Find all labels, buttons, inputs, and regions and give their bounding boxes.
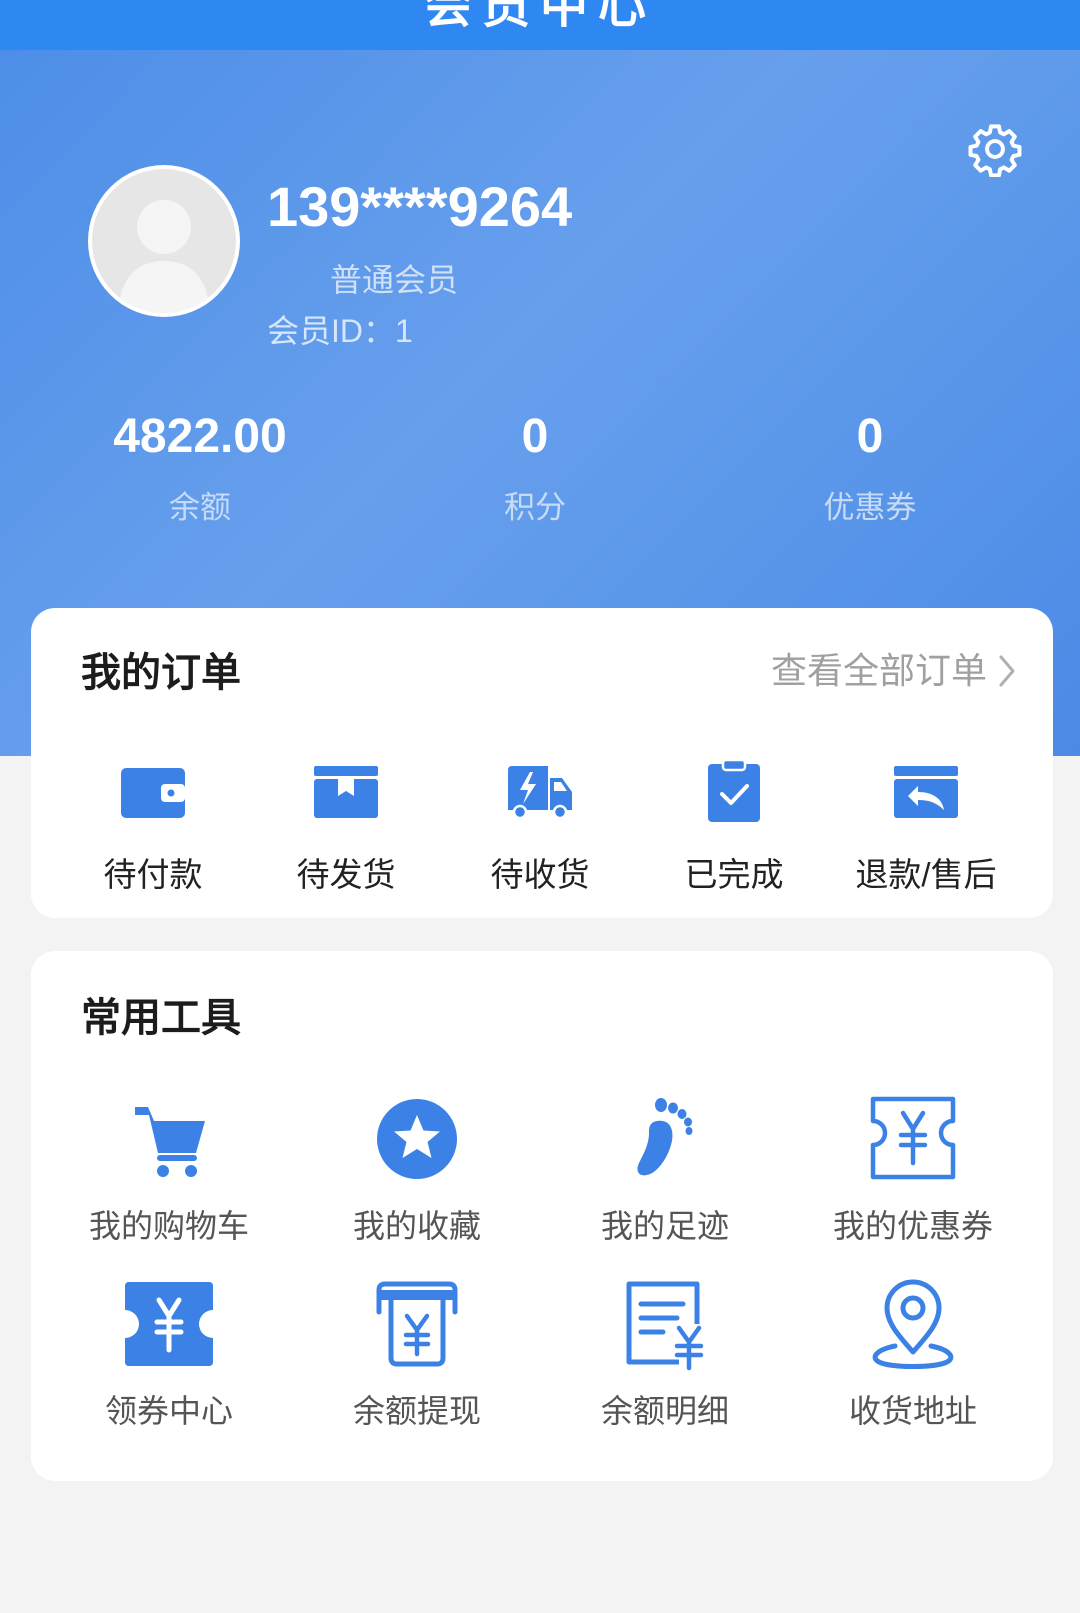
tool-cart[interactable]: 我的购物车 [49,1091,289,1247]
view-all-orders-label: 查看全部订单 [770,650,987,691]
wallet-icon [121,768,185,818]
gear-icon[interactable] [967,121,1023,177]
order-refund[interactable]: 退款/售后 [831,760,1021,896]
orders-card: 我的订单 查看全部订单 待付款 待发货 待收货 已完成 退款/售后 [31,608,1053,918]
tool-favorites[interactable]: 我的收藏 [297,1091,537,1247]
order-pending-shipment[interactable]: 待发货 [251,760,441,896]
tool-my-coupons[interactable]: 我的优惠券 [793,1091,1033,1247]
tool-cart-label: 我的购物车 [88,1208,249,1244]
tool-coupon-center-label: 领券中心 [104,1393,233,1429]
order-pending-payment[interactable]: 待付款 [58,760,248,896]
tool-favorites-label: 我的收藏 [352,1208,481,1244]
member-level: 普通会员 [330,262,459,298]
points-value: 0 [521,410,549,463]
username: 139****9264 [267,175,573,238]
tool-balance-detail[interactable]: 余额明细 [545,1276,785,1432]
coupon-outline-icon [870,1096,956,1180]
location-pin-icon [872,1279,954,1369]
orders-title: 我的订单 [81,651,241,695]
avatar[interactable] [88,165,240,317]
coupons-label: 优惠券 [823,490,917,525]
page-title: 会员中心 [423,0,656,33]
tool-withdraw-label: 余额提现 [352,1393,481,1429]
order-pending-receipt[interactable]: 待收货 [445,760,635,896]
balance-label: 余额 [169,490,231,525]
order-completed[interactable]: 已完成 [639,760,829,896]
return-box-icon [894,766,958,818]
tool-coupon-center[interactable]: 领券中心 [49,1276,289,1432]
stat-points[interactable]: 0 积分 [385,407,685,529]
cart-icon [135,1107,205,1177]
stat-balance[interactable]: 4822.00 余额 [50,407,350,529]
order-pending-shipment-label: 待发货 [296,856,396,893]
tool-balance-detail-label: 余额明细 [600,1393,729,1429]
stat-coupons[interactable]: 0 优惠券 [720,407,1020,529]
truck-icon [508,766,572,820]
tool-footprint[interactable]: 我的足迹 [545,1091,785,1247]
points-label: 积分 [504,490,566,525]
tool-address[interactable]: 收货地址 [793,1276,1033,1432]
order-pending-receipt-label: 待收货 [490,856,590,893]
box-icon [314,766,378,818]
tools-title: 常用工具 [81,996,241,1040]
statement-icon [626,1281,704,1371]
balance-value: 4822.00 [113,410,287,463]
coupons-value: 0 [856,410,884,463]
view-all-orders-link[interactable]: 查看全部订单 [771,648,1017,694]
coupon-filled-icon [125,1282,213,1366]
tool-footprint-label: 我的足迹 [600,1208,729,1244]
footprint-icon [637,1098,693,1176]
withdraw-icon [376,1281,458,1367]
tools-card: 常用工具 我的购物车 我的收藏 我的足迹 我的优惠券 领券中心 余额提现 余额明… [31,951,1053,1481]
star-icon [377,1099,457,1179]
order-completed-label: 已完成 [684,856,784,893]
clipboard-check-icon [708,760,760,822]
top-bar: 会员中心 [0,0,1080,50]
chevron-right-icon [999,655,1015,687]
default-user-icon [118,200,210,313]
tool-my-coupons-label: 我的优惠券 [832,1208,993,1244]
tool-address-label: 收货地址 [848,1393,977,1429]
order-pending-payment-label: 待付款 [103,856,203,893]
member-id: 会员ID：1 [267,313,413,349]
tool-withdraw[interactable]: 余额提现 [297,1276,537,1432]
order-refund-label: 退款/售后 [855,856,997,893]
